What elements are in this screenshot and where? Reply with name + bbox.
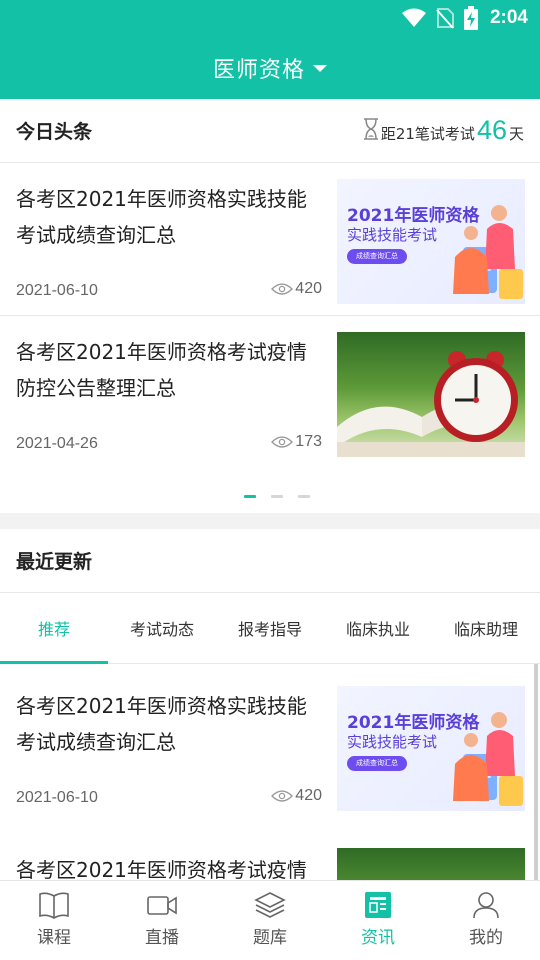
battery-charging-icon [463, 6, 478, 30]
nav-label: 题库 [253, 928, 287, 948]
scrollbar[interactable] [534, 664, 538, 880]
alarm-clock-photo [337, 351, 525, 457]
hourglass-icon [363, 117, 379, 144]
carousel-dot[interactable] [271, 495, 283, 498]
countdown-prefix: 距21笔试考试 [380, 125, 475, 143]
article-title: 各考区2021年医师资格实践技能考试成绩查询汇总 [16, 694, 307, 754]
illustration-people [453, 712, 523, 806]
eye-icon [271, 283, 294, 295]
article-title: 各考区2021年医师资格实践技能考试成绩查询汇总 [16, 187, 307, 247]
article-thumbnail: 2021年医师资格 实践技能考试 成绩查询汇总 [337, 179, 525, 304]
carousel-dot[interactable] [244, 495, 256, 498]
news-icon [365, 892, 391, 918]
countdown-days: 46 [476, 115, 507, 145]
tab-recommended[interactable]: 推荐 [0, 593, 108, 664]
list-item[interactable]: 各考区2021年医师资格考试疫情防 [0, 834, 540, 880]
recent-title: 最近更新 [16, 551, 93, 573]
views-count: 420 [295, 280, 322, 297]
promo-pill: 成绩查询汇总 [347, 249, 407, 264]
caret-down-icon [313, 65, 327, 72]
video-camera-icon [147, 896, 177, 915]
article-date: 2021-04-26 [16, 435, 98, 452]
recent-header: 最近更新 [0, 529, 540, 592]
tab-exam-news[interactable]: 考试动态 [108, 593, 216, 663]
nav-profile[interactable]: 我的 [432, 881, 540, 960]
article-views: 420 [271, 787, 322, 805]
nav-label: 直播 [145, 928, 179, 948]
article-views: 173 [271, 433, 322, 451]
user-icon [473, 892, 499, 919]
headlines-title: 今日头条 [16, 121, 93, 143]
tab-registration-guide[interactable]: 报考指导 [216, 593, 324, 663]
headline-article[interactable]: 各考区2021年医师资格实践技能考试成绩查询汇总 2021-06-10 420 … [0, 163, 540, 315]
article-views: 420 [271, 280, 322, 298]
article-title: 各考区2021年医师资格考试疫情防 [16, 858, 307, 880]
article-thumbnail [337, 332, 525, 457]
countdown-suffix: 天 [508, 125, 524, 143]
eye-icon [271, 790, 294, 802]
carousel-indicator[interactable] [244, 495, 325, 498]
status-bar: 2:04 [0, 0, 540, 36]
no-sim-icon [436, 7, 454, 29]
nav-label: 课程 [37, 928, 71, 948]
wifi-icon [401, 8, 426, 28]
tab-clinical-practitioner[interactable]: 临床执业 [324, 593, 432, 663]
promo-subtitle: 实践技能考试 [347, 733, 438, 751]
nav-news[interactable]: 资讯 [324, 881, 432, 960]
nav-label: 资讯 [361, 928, 395, 948]
views-count: 420 [295, 787, 322, 804]
section-gap [0, 513, 540, 529]
nav-label: 我的 [469, 928, 503, 948]
article-thumbnail: 2021年医师资格 实践技能考试 成绩查询汇总 [337, 686, 525, 811]
article-thumbnail [337, 848, 525, 880]
headline-article[interactable]: 各考区2021年医师资格考试疫情防控公告整理汇总 2021-04-26 173 [0, 316, 540, 468]
nav-courses[interactable]: 课程 [0, 881, 108, 960]
promo-subtitle: 实践技能考试 [347, 226, 438, 244]
eye-icon [271, 436, 294, 448]
book-icon [39, 892, 69, 919]
category-tabs: 推荐 考试动态 报考指导 临床执业 临床助理 [0, 593, 540, 664]
tab-clinical-assistant[interactable]: 临床助理 [432, 593, 540, 663]
article-date: 2021-06-10 [16, 282, 98, 299]
views-count: 173 [295, 433, 322, 450]
nav-live[interactable]: 直播 [108, 881, 216, 960]
category-selector[interactable]: 医师资格 [0, 36, 540, 99]
status-time: 2:04 [489, 7, 528, 28]
article-date: 2021-06-10 [16, 789, 98, 806]
list-item[interactable]: 各考区2021年医师资格实践技能考试成绩查询汇总 2021-06-10 420 … [0, 670, 540, 822]
page-title: 医师资格 [212, 57, 305, 83]
exam-countdown: 距21笔试考试 46 天 [363, 115, 524, 146]
illustration-people [453, 205, 523, 299]
carousel-dot[interactable] [298, 495, 310, 498]
nav-question-bank[interactable]: 题库 [216, 881, 324, 960]
article-title: 各考区2021年医师资格考试疫情防控公告整理汇总 [16, 340, 307, 400]
headlines-header: 今日头条 距21笔试考试 46 天 [0, 99, 540, 162]
layers-icon [254, 892, 286, 918]
promo-pill: 成绩查询汇总 [347, 756, 407, 771]
bottom-navigation: 课程 直播 题库 资讯 我的 [0, 880, 540, 960]
